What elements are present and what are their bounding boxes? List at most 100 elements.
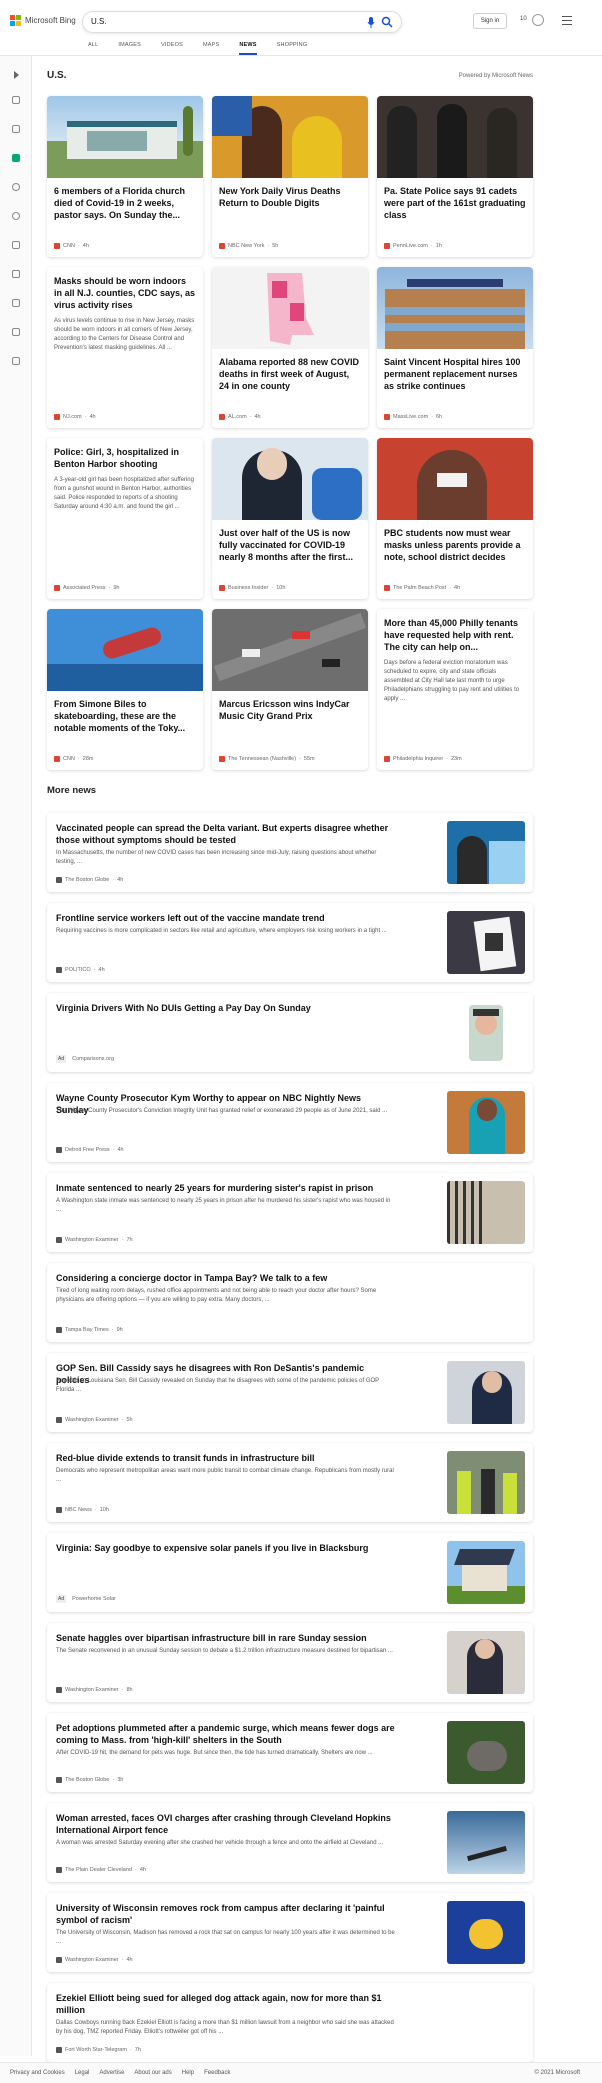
news-item-source[interactable]: Tampa Bay Times · 9h — [56, 1327, 123, 1333]
news-card[interactable]: Masks should be worn indoors in all N.J.… — [47, 267, 203, 428]
news-list-item[interactable]: Considering a concierge doctor in Tampa … — [47, 1263, 533, 1342]
entertainment-icon[interactable] — [12, 357, 20, 365]
news-card-source[interactable]: Associated Press · 9h — [54, 585, 119, 591]
news-card-source[interactable]: NJ.com · 4h — [54, 414, 96, 420]
news-card[interactable]: Saint Vincent Hospital hires 100 permane… — [377, 267, 533, 428]
news-item-thumbnail[interactable] — [447, 1091, 525, 1154]
news-list-item[interactable]: Red-blue divide extends to transit funds… — [47, 1443, 533, 1522]
footer-about-ads-link[interactable]: About our ads — [134, 2070, 171, 2076]
news-card-title[interactable]: From Simone Biles to skateboarding, thes… — [47, 691, 203, 734]
news-card-title[interactable]: Pa. State Police says 91 cadets were par… — [377, 178, 533, 221]
footer-privacy-link[interactable]: Privacy and Cookies — [10, 2070, 65, 2076]
news-card-image[interactable] — [377, 438, 533, 520]
news-card-source[interactable]: The Palm Beach Post · 4h — [384, 585, 460, 591]
news-item-title[interactable]: Woman arrested, faces OVI charges after … — [56, 1812, 396, 1836]
news-card-image[interactable] — [377, 96, 533, 178]
news-list-item[interactable]: Frontline service workers left out of th… — [47, 903, 533, 982]
news-item-title[interactable]: Red-blue divide extends to transit funds… — [56, 1452, 396, 1464]
tab-videos[interactable]: VIDEOS — [161, 42, 183, 55]
news-card-source[interactable]: Business Insider · 10h — [219, 585, 285, 591]
news-list-item[interactable]: Senate haggles over bipartisan infrastru… — [47, 1623, 533, 1702]
news-card-source[interactable]: NBC New York · 5h — [219, 243, 278, 249]
news-card-title[interactable]: PBC students now must wear masks unless … — [377, 520, 533, 563]
news-item-source[interactable]: Ad Powerhome Solar — [56, 1595, 116, 1603]
news-card-title[interactable]: Masks should be worn indoors in all N.J.… — [47, 267, 203, 311]
news-card-title[interactable]: New York Daily Virus Deaths Return to Do… — [212, 178, 368, 209]
news-list-item[interactable]: GOP Sen. Bill Cassidy says he disagrees … — [47, 1353, 533, 1432]
news-item-source[interactable]: Washington Examiner · 5h — [56, 1417, 133, 1423]
news-item-thumbnail[interactable] — [447, 1541, 525, 1604]
rewards-points[interactable]: 10 — [520, 16, 527, 22]
news-card[interactable]: More than 45,000 Philly tenants have req… — [377, 609, 533, 770]
news-card[interactable]: Police: Girl, 3, hospitalized in Benton … — [47, 438, 203, 599]
news-card-image[interactable] — [377, 267, 533, 349]
news-card[interactable]: 6 members of a Florida church died of Co… — [47, 96, 203, 257]
trending-icon[interactable] — [12, 125, 20, 133]
news-card-source[interactable]: CNN · 4h — [54, 243, 89, 249]
news-card-image[interactable] — [47, 609, 203, 691]
news-card-title[interactable]: More than 45,000 Philly tenants have req… — [377, 609, 533, 653]
news-item-title[interactable]: Vaccinated people can spread the Delta v… — [56, 822, 396, 846]
politics-icon[interactable] — [12, 241, 20, 249]
home-icon[interactable] — [12, 96, 20, 104]
tab-news[interactable]: NEWS — [239, 42, 257, 55]
tab-shopping[interactable]: SHOPPING — [277, 42, 308, 55]
news-card-source[interactable]: Philadelphia Inquirer · 23m — [384, 756, 462, 762]
news-list-item[interactable]: Pet adoptions plummeted after a pandemic… — [47, 1713, 533, 1792]
news-item-source[interactable]: POLITICO · 4h — [56, 967, 105, 973]
world-icon[interactable] — [12, 212, 20, 220]
news-card[interactable]: From Simone Biles to skateboarding, thes… — [47, 609, 203, 770]
news-card-image[interactable] — [47, 96, 203, 178]
news-card-title[interactable]: Marcus Ericsson wins IndyCar Music City … — [212, 691, 368, 722]
news-item-title[interactable]: Inmate sentenced to nearly 25 years for … — [56, 1182, 396, 1194]
news-item-source[interactable]: The Plain Dealer Cleveland · 4h — [56, 1867, 146, 1873]
news-item-thumbnail[interactable] — [447, 1901, 525, 1964]
news-item-thumbnail[interactable] — [447, 1631, 525, 1694]
news-item-source[interactable]: Washington Examiner · 7h — [56, 1237, 133, 1243]
search-icon[interactable] — [381, 16, 393, 28]
news-item-source[interactable]: Fort Worth Star-Telegram · 7h — [56, 2047, 141, 2053]
news-list-item[interactable]: Woman arrested, faces OVI charges after … — [47, 1803, 533, 1882]
tab-images[interactable]: IMAGES — [118, 42, 141, 55]
news-card-source[interactable]: CNN · 28m — [54, 756, 93, 762]
news-item-title[interactable]: Pet adoptions plummeted after a pandemic… — [56, 1722, 396, 1746]
news-item-title[interactable]: Virginia Drivers With No DUIs Getting a … — [56, 1002, 396, 1014]
sports-icon[interactable] — [12, 299, 20, 307]
us-flag-icon[interactable] — [12, 154, 20, 162]
news-item-thumbnail[interactable] — [447, 1721, 525, 1784]
news-card[interactable]: PBC students now must wear masks unless … — [377, 438, 533, 599]
news-card[interactable]: Pa. State Police says 91 cadets were par… — [377, 96, 533, 257]
news-card[interactable]: Just over half of the US is now fully va… — [212, 438, 368, 599]
news-list-item[interactable]: Wayne County Prosecutor Kym Worthy to ap… — [47, 1083, 533, 1162]
rewards-icon[interactable] — [532, 14, 544, 26]
news-card-title[interactable]: Saint Vincent Hospital hires 100 permane… — [377, 349, 533, 392]
footer-help-link[interactable]: Help — [182, 2070, 194, 2076]
news-card[interactable]: New York Daily Virus Deaths Return to Do… — [212, 96, 368, 257]
news-item-thumbnail[interactable] — [447, 1811, 525, 1874]
sign-in-button[interactable]: Sign in — [473, 13, 507, 29]
news-card-title[interactable]: 6 members of a Florida church died of Co… — [47, 178, 203, 221]
tab-maps[interactable]: MAPS — [203, 42, 219, 55]
news-item-title[interactable]: Ezekiel Elliott being sued for alleged d… — [56, 1992, 396, 2016]
news-item-thumbnail[interactable] — [447, 1001, 525, 1064]
search-input[interactable]: U.S. — [91, 17, 107, 26]
search-box[interactable]: U.S. — [82, 11, 402, 33]
news-card-source[interactable]: PennLive.com · 1h — [384, 243, 442, 249]
powered-by[interactable]: Powered by Microsoft News — [459, 73, 533, 79]
news-card[interactable]: Marcus Ericsson wins IndyCar Music City … — [212, 609, 368, 770]
news-item-source[interactable]: The Boston Globe · 4h — [56, 877, 123, 883]
news-item-source[interactable]: NBC News · 10h — [56, 1507, 109, 1513]
expand-icon[interactable] — [12, 66, 20, 79]
news-list-item[interactable]: Vaccinated people can spread the Delta v… — [47, 813, 533, 892]
news-card-title[interactable]: Alabama reported 88 new COVID deaths in … — [212, 349, 368, 392]
news-item-source[interactable]: The Boston Globe · 3h — [56, 1777, 123, 1783]
news-item-title[interactable]: University of Wisconsin removes rock fro… — [56, 1902, 396, 1926]
news-card-source[interactable]: MassLive.com · 6h — [384, 414, 442, 420]
news-card-image[interactable] — [212, 438, 368, 520]
news-item-source[interactable]: Detroit Free Press · 4h — [56, 1147, 124, 1153]
news-item-thumbnail[interactable] — [447, 1361, 525, 1424]
news-item-source[interactable]: Washington Examiner · 4h — [56, 1957, 133, 1963]
tab-all[interactable]: ALL — [88, 42, 98, 55]
news-card-image[interactable] — [212, 609, 368, 691]
news-card-image[interactable] — [212, 96, 368, 178]
